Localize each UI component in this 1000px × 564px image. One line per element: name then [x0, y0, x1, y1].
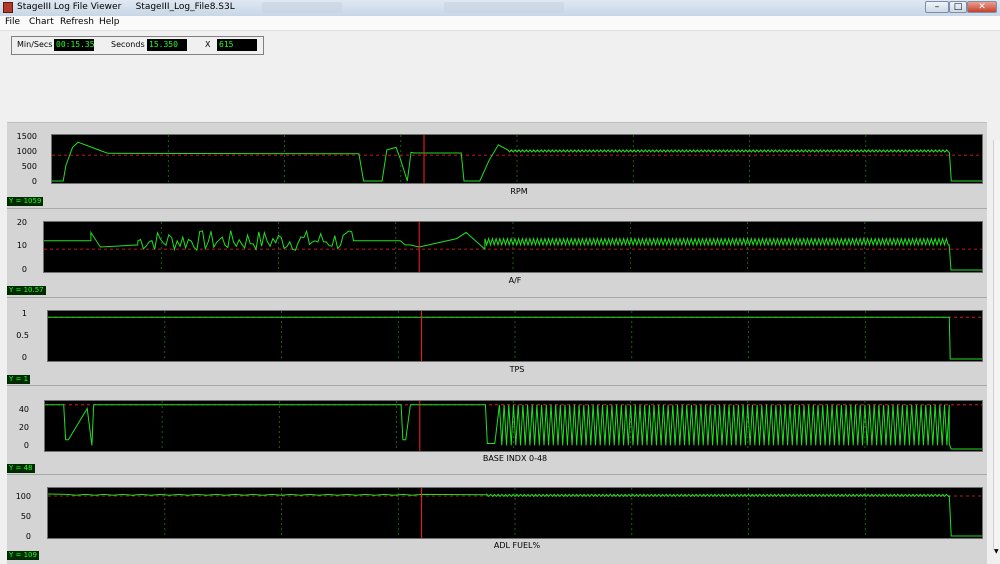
tick-label: 1 [21, 309, 27, 318]
app-icon [3, 2, 13, 13]
panel-title: ADL FUEL% [493, 541, 541, 550]
adl-fuel-panel: 100 50 0 ADL FUEL% Y = 109 [7, 475, 987, 564]
minsecs-value: 00:15.35 [54, 39, 95, 51]
rpm-plot[interactable] [51, 134, 983, 184]
menu-help[interactable]: Help [99, 17, 120, 27]
minsecs-label: Min/Secs [17, 40, 53, 49]
base-indx-panel: 40 20 0 BASE INDX 0-48 Y = 48 [7, 386, 987, 475]
tick-label: 40 [18, 405, 29, 414]
title-bar: StageIII Log File Viewer StageIII_Log_Fi… [0, 0, 1000, 17]
panel-title: BASE INDX 0-48 [482, 454, 548, 463]
trace-svg [44, 222, 982, 272]
tick-label: 0 [21, 265, 27, 274]
seconds-value: 15.350 [147, 39, 187, 51]
close-button[interactable]: ✕ [967, 1, 997, 13]
background-task-tab [262, 2, 342, 13]
af-plot[interactable] [43, 221, 983, 273]
cursor-info-panel: Min/Secs 00:15.35 Seconds 15.350 X 615 [11, 36, 264, 55]
y-readout: Y = 109 [7, 551, 39, 560]
menu-file[interactable]: File [5, 17, 20, 27]
tps-panel: 1 0.5 0 TPS Y = 1 [7, 298, 987, 386]
panel-title: TPS [509, 365, 525, 374]
background-task-tab [444, 2, 564, 13]
window-title: StageIII Log File Viewer StageIII_Log_Fi… [17, 2, 235, 12]
y-readout: Y = 1059 [7, 197, 44, 206]
trace-svg [48, 488, 982, 538]
trace-svg [48, 311, 982, 361]
tick-label: 50 [20, 512, 31, 521]
vertical-scrollbar[interactable] [993, 140, 1000, 550]
tick-label: 20 [16, 218, 27, 227]
x-value: 615 [217, 39, 257, 51]
panel-title: A/F [508, 276, 522, 285]
tick-label: 0 [21, 353, 27, 362]
y-readout: Y = 48 [7, 464, 35, 473]
menu-chart[interactable]: Chart [29, 17, 54, 27]
tick-label: 20 [18, 423, 29, 432]
tick-label: 0 [25, 532, 31, 541]
data-trace [44, 229, 982, 271]
minimize-button[interactable]: – [925, 1, 949, 13]
chart-area: 1500 1000 500 0 RPM Y = 1059 20 10 0 A/F… [7, 122, 987, 564]
menu-bar: File Chart Refresh Help [0, 16, 1000, 31]
maximize-button[interactable]: □ [949, 1, 967, 13]
panel-title: RPM [510, 187, 528, 196]
rpm-panel: 1500 1000 500 0 RPM Y = 1059 [7, 123, 987, 209]
tick-label: 10 [16, 241, 27, 250]
tick-label: 0.5 [16, 331, 29, 340]
adl-fuel-plot[interactable] [47, 487, 983, 539]
af-panel: 20 10 0 A/F Y = 10.57 [7, 209, 987, 298]
y-readout: Y = 10.57 [7, 286, 46, 295]
seconds-label: Seconds [111, 40, 145, 49]
tick-label: 1000 [16, 147, 37, 156]
menu-refresh[interactable]: Refresh [60, 17, 94, 27]
tick-label: 1500 [16, 132, 37, 141]
y-readout: Y = 1 [7, 375, 31, 384]
x-label: X [205, 40, 211, 49]
trace-svg [52, 135, 982, 183]
tick-label: 100 [15, 492, 31, 501]
trace-svg [45, 401, 982, 451]
tps-plot[interactable] [47, 310, 983, 362]
base-indx-plot[interactable] [44, 400, 983, 452]
scroll-down-icon[interactable]: ▼ [994, 548, 999, 555]
tick-label: 500 [21, 162, 37, 171]
tick-label: 0 [23, 441, 29, 450]
tick-label: 0 [31, 177, 37, 186]
